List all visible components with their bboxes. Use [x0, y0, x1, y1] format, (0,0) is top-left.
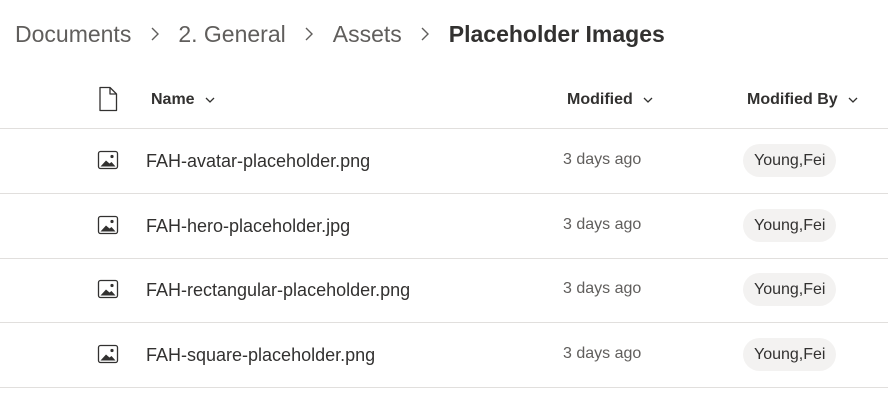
modified-date: 3 days ago [563, 151, 642, 168]
image-file-icon [97, 150, 119, 170]
column-header-name[interactable]: Name [151, 72, 215, 128]
modified-by-persona[interactable]: Young,Fei [743, 209, 837, 242]
breadcrumb: Documents 2. General Assets Placeholder … [15, 14, 665, 54]
chevron-down-icon [643, 97, 653, 103]
column-header-modified-label: Modified [567, 91, 633, 108]
modified-by-persona[interactable]: Young,Fei [743, 144, 837, 177]
table-row[interactable]: FAH-avatar-placeholder.png 3 days ago Yo… [0, 129, 888, 194]
chevron-right-icon [402, 26, 449, 42]
table-row[interactable]: FAH-hero-placeholder.jpg 3 days ago Youn… [0, 194, 888, 259]
table-row[interactable]: FAH-rectangular-placeholder.png 3 days a… [0, 258, 888, 323]
breadcrumb-item-documents[interactable]: Documents [15, 21, 131, 48]
modified-date: 3 days ago [563, 280, 642, 297]
file-name-link[interactable]: FAH-square-placeholder.png [146, 323, 375, 387]
image-file-icon [97, 279, 119, 299]
column-header-modified-by[interactable]: Modified By [747, 72, 858, 128]
modified-by-persona[interactable]: Young,Fei [743, 338, 837, 371]
modified-date: 3 days ago [563, 216, 642, 233]
breadcrumb-item-assets[interactable]: Assets [333, 21, 402, 48]
table-row[interactable]: FAH-square-placeholder.png 3 days ago Yo… [0, 323, 888, 388]
chevron-down-icon [848, 97, 858, 103]
document-library: Documents 2. General Assets Placeholder … [0, 0, 888, 408]
column-header-modified-by-label: Modified By [747, 91, 838, 108]
column-header-row: Name Modified Modified By [0, 72, 888, 129]
breadcrumb-item-general[interactable]: 2. General [178, 21, 285, 48]
breadcrumb-item-placeholder-images: Placeholder Images [448, 20, 665, 47]
chevron-right-icon [286, 26, 333, 42]
column-header-modified[interactable]: Modified [567, 72, 653, 128]
file-name-link[interactable]: FAH-hero-placeholder.jpg [146, 194, 350, 258]
file-name-link[interactable]: FAH-rectangular-placeholder.png [146, 258, 410, 322]
image-file-icon [97, 215, 119, 235]
modified-by-persona[interactable]: Young,Fei [743, 273, 837, 306]
file-name-link[interactable]: FAH-avatar-placeholder.png [146, 129, 370, 193]
chevron-down-icon [205, 97, 215, 103]
modified-date: 3 days ago [563, 345, 642, 362]
column-header-name-label: Name [151, 91, 195, 108]
file-type-header-icon[interactable] [97, 86, 119, 112]
image-file-icon [97, 344, 119, 364]
chevron-right-icon [131, 26, 178, 42]
